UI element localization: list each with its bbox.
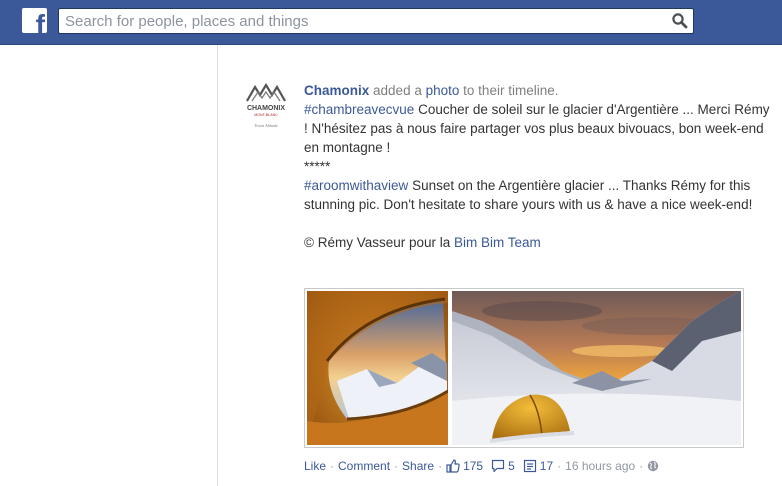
avatar-sub: MONT-BLANC: [254, 113, 278, 117]
thumbs-up-icon: [446, 459, 460, 473]
chamonix-logo: CHAMONIX MONT-BLANC Travis Altitude: [246, 82, 286, 128]
post-action-text: added a: [373, 83, 422, 98]
comment-link[interactable]: Comment: [338, 459, 390, 473]
credit-text: © Rémy Vasseur pour la: [304, 235, 451, 250]
post-stars: *****: [304, 159, 331, 174]
photo-attachment[interactable]: [304, 288, 744, 448]
avatar-tagline: Travis Altitude: [254, 123, 278, 128]
separator: ·: [639, 459, 644, 473]
shares-count[interactable]: 17: [540, 459, 553, 473]
post-body: Chamonix added a photo to their timeline…: [304, 81, 774, 252]
search-box: [58, 8, 694, 34]
top-navigation-bar: f: [0, 0, 782, 45]
photo-glacier-sunset[interactable]: [452, 291, 741, 445]
post-header: Chamonix added a photo to their timeline…: [304, 81, 774, 100]
post-credit: © Rémy Vasseur pour la Bim Bim Team: [304, 233, 774, 252]
post-actions: Like · Comment · Share · 175 5 17 · 16 h…: [304, 457, 774, 475]
facebook-logo-icon[interactable]: f: [22, 8, 47, 33]
share-link[interactable]: Share: [402, 459, 434, 473]
search-input[interactable]: [59, 9, 665, 33]
hashtag-aroomwithaview[interactable]: #aroomwithaview: [304, 178, 408, 193]
hashtag-chambreavecvue[interactable]: #chambreavecvue: [304, 102, 414, 117]
post-action-end: to their timeline.: [463, 83, 559, 98]
separator: ·: [394, 459, 399, 473]
credit-link[interactable]: Bim Bim Team: [454, 235, 541, 250]
timeline-post: CHAMONIX MONT-BLANC Travis Altitude Cham…: [218, 45, 782, 486]
like-link[interactable]: Like: [304, 459, 326, 473]
post-english-paragraph: #aroomwithaview Sunset on the Argentière…: [304, 176, 774, 214]
comments-count[interactable]: 5: [508, 459, 515, 473]
separator: ·: [438, 459, 443, 473]
likes-count[interactable]: 175: [463, 459, 483, 473]
post-timestamp[interactable]: 16 hours ago: [565, 459, 635, 473]
comment-bubble-icon: [491, 459, 505, 473]
search-icon[interactable]: [671, 12, 689, 30]
facebook-logo-glyph: f: [35, 9, 45, 34]
post-french-paragraph: #chambreavecvue Coucher de soleil sur le…: [304, 100, 774, 157]
page-name-link[interactable]: Chamonix: [304, 83, 369, 98]
separator: ·: [557, 459, 562, 473]
left-column: [0, 45, 218, 486]
avatar-brand: CHAMONIX: [247, 105, 285, 112]
share-icon: [523, 459, 536, 473]
photo-tent-view[interactable]: [307, 291, 448, 445]
page-avatar[interactable]: CHAMONIX MONT-BLANC Travis Altitude: [244, 75, 288, 135]
globe-icon[interactable]: [647, 460, 659, 472]
separator: ·: [330, 459, 335, 473]
photo-link[interactable]: photo: [426, 83, 460, 98]
